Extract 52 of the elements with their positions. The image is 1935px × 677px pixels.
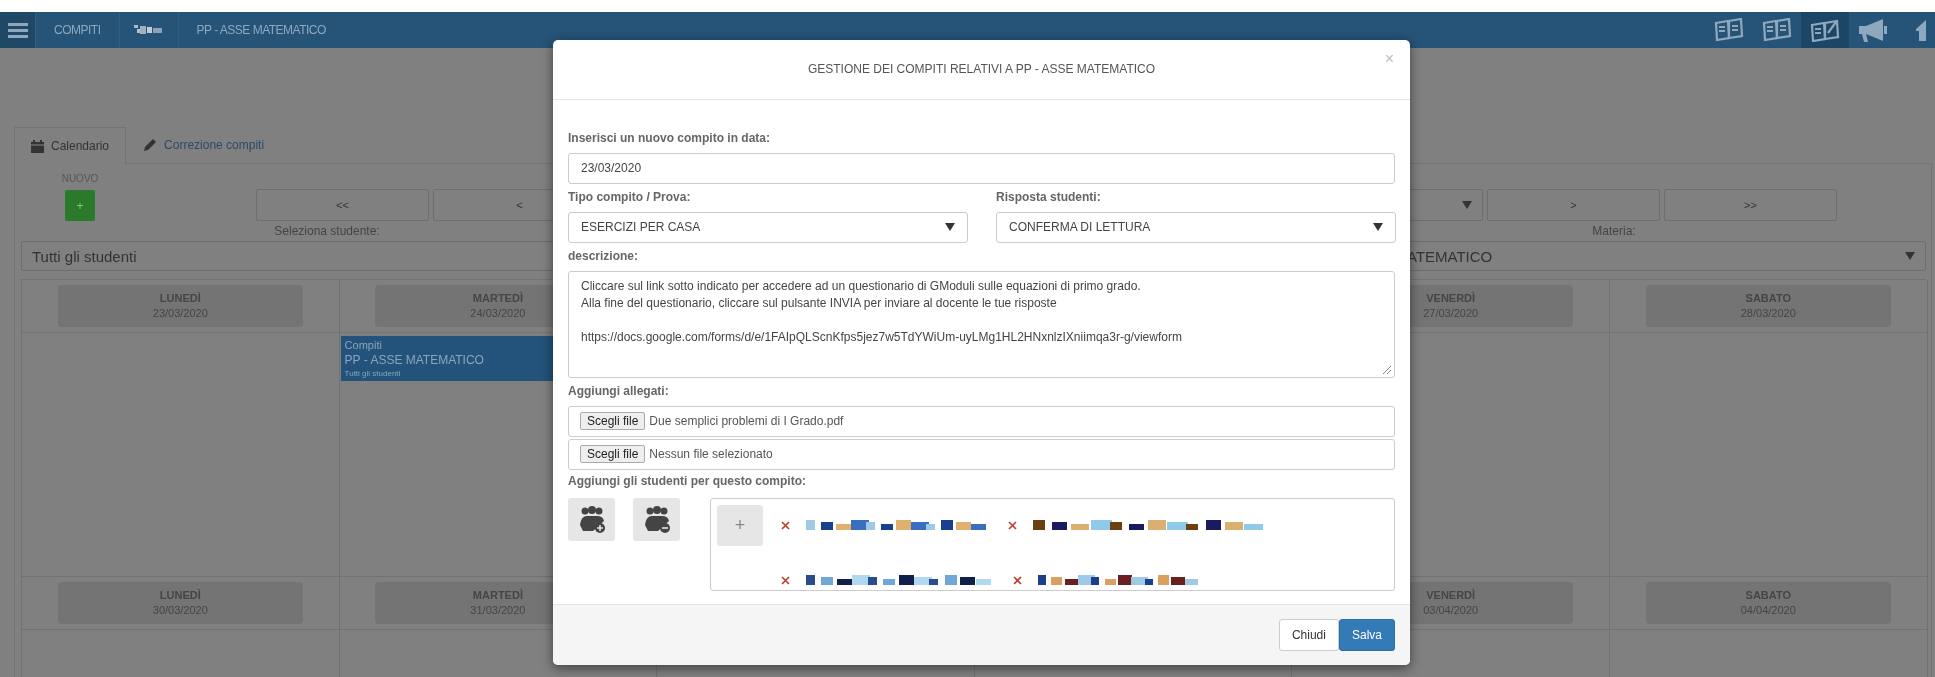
- save-button[interactable]: Salva: [1338, 618, 1395, 651]
- select-field[interactable]: CONFERMA DI LETTURA: [996, 211, 1396, 243]
- remove-icon[interactable]: [1013, 576, 1022, 586]
- remove-group-button[interactable]: [633, 497, 680, 541]
- toolbar-button[interactable]: [1801, 12, 1849, 48]
- add-button[interactable]: +: [65, 190, 95, 221]
- tab[interactable]: Correzione compiti: [126, 126, 282, 163]
- field-label: Aggiungi gli studenti per questo compito:: [568, 473, 807, 488]
- remove-icon[interactable]: [781, 521, 790, 531]
- nav-button[interactable]: >>: [1664, 189, 1837, 221]
- close-button[interactable]: ×: [1384, 50, 1394, 68]
- breadcrumb-link[interactable]: COMPITI: [54, 23, 101, 37]
- pencil-icon: [143, 138, 158, 152]
- event-subject: PP - ASSE MATEMATICO: [344, 353, 485, 367]
- nav-button[interactable]: >: [1487, 189, 1660, 221]
- add-student-button[interactable]: +: [717, 504, 763, 546]
- field-label: Inserisci un nuovo compito in data:: [568, 130, 772, 145]
- remove-icon[interactable]: [1008, 521, 1017, 531]
- field-label: Seleziona studente:: [274, 224, 380, 238]
- caret-icon: [1462, 201, 1472, 209]
- choose-file-button[interactable]: Scegli file: [580, 412, 646, 431]
- file-name: Nessun file selezionato: [649, 447, 773, 462]
- calendar-icon: [31, 139, 44, 153]
- book-icon[interactable]: [1714, 18, 1744, 42]
- menu-icon[interactable]: [7, 22, 28, 38]
- close-button[interactable]: Chiudi: [1278, 618, 1339, 651]
- book-icon[interactable]: [1762, 18, 1792, 42]
- modal-title: GESTIONE DEI COMPITI RELATIVI A PP - ASSE MATEMATICO: [807, 62, 1156, 77]
- breadcrumb-link[interactable]: PP - ASSE MATEMATICO: [196, 23, 326, 37]
- students-field[interactable]: +: [710, 497, 1395, 591]
- caret-icon: [1905, 252, 1915, 260]
- nav-button[interactable]: <<: [256, 189, 429, 221]
- field-label: Risposta studenti:: [996, 189, 1102, 204]
- date-field[interactable]: 23/03/2020: [568, 152, 1395, 184]
- book-pencil-icon[interactable]: [1810, 18, 1840, 42]
- resize-icon[interactable]: [1382, 364, 1392, 375]
- field-label: Aggiungi allegati:: [568, 383, 670, 398]
- add-group-button[interactable]: [568, 497, 615, 541]
- group-add-icon: [578, 505, 605, 534]
- remove-icon[interactable]: [781, 576, 790, 586]
- caret-icon: [1373, 223, 1383, 232]
- select-field[interactable]: ESERCIZI PER CASA: [568, 211, 968, 243]
- description-field[interactable]: Cliccare sul link sotto indicato per accedere ad un questionario di GModuli sulle equazioni di primo grado. Alla fine del questionario, cliccare sul pulsante INVIA per inviare al docente le tue risposte https://docs.google.com/forms/d/e/1FAIpQLScnKfps5jez7w5TdYWiUm-uyLMg1HL2HNxnlzIXniimqa3r-g/viewform: [568, 270, 1395, 378]
- event-audience: Tutti gli studenti: [344, 369, 402, 378]
- choose-file-button[interactable]: Scegli file: [580, 445, 646, 464]
- tab[interactable]: Calendario: [14, 127, 127, 164]
- file-name: Due semplici problemi di I Grado.pdf: [649, 414, 844, 429]
- caret-icon: [945, 223, 955, 232]
- group-remove-icon: [643, 505, 670, 534]
- event-type: Compiti: [344, 339, 383, 351]
- megaphone-icon[interactable]: [1857, 17, 1889, 43]
- field-label: Materia:: [1592, 224, 1636, 238]
